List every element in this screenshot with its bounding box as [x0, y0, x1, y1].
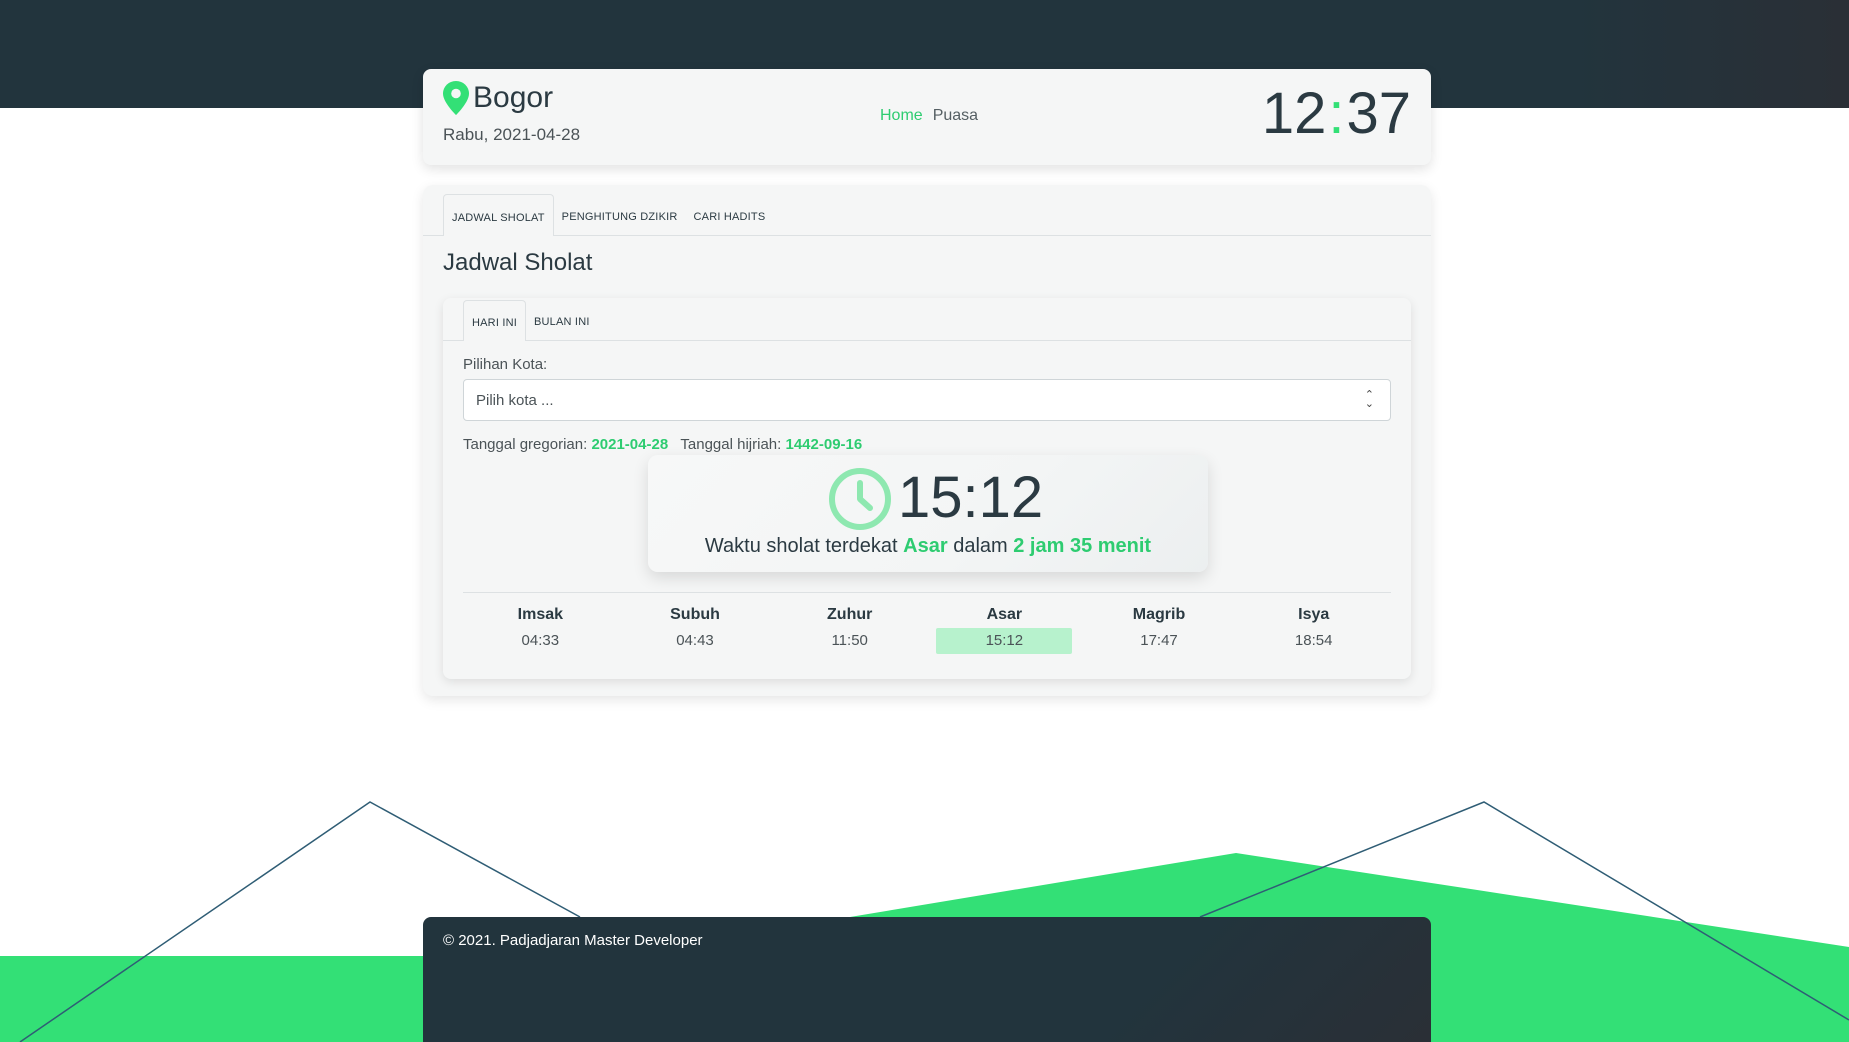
- clock-icon: [829, 468, 891, 530]
- tab-penghitung-dzikir[interactable]: PENGHITUNG DZIKIR: [554, 199, 686, 235]
- nav-puasa-link[interactable]: Puasa: [933, 107, 978, 125]
- map-pin-icon: [443, 81, 469, 115]
- prayer-schedule-card: HARI INI BULAN INI Pilihan Kota: Pilih k…: [443, 298, 1411, 679]
- main-tabs: JADWAL SHOLAT PENGHITUNG DZIKIR CARI HAD…: [443, 194, 1431, 236]
- prayer-name: Magrib: [1132, 606, 1186, 623]
- clock-separator: :: [1328, 81, 1345, 146]
- schedule-divider: [463, 592, 1391, 593]
- prayer-name: Asar: [986, 606, 1023, 623]
- tab-cari-hadits[interactable]: CARI HADITS: [686, 199, 774, 235]
- clock-minutes: 37: [1346, 81, 1411, 146]
- prayer-magrib: Magrib 17:47: [1082, 602, 1237, 654]
- prayer-imsak: Imsak 04:33: [463, 602, 618, 654]
- sub-tabs-divider: [443, 340, 1411, 341]
- prayer-name: Subuh: [670, 606, 720, 623]
- select-chevron-icon: ⌃ ⌄: [1364, 389, 1374, 410]
- section-title: Jadwal Sholat: [443, 249, 593, 276]
- prayer-name: Zuhur: [827, 606, 873, 623]
- tab-jadwal-sholat[interactable]: JADWAL SHOLAT: [443, 194, 554, 236]
- city-select-label: Pilihan Kota:: [463, 356, 548, 373]
- prayer-schedule: Imsak 04:33 Subuh 04:43 Zuhur 11:50 Asar…: [463, 602, 1391, 654]
- hijri-date: 1442-09-16: [785, 436, 863, 453]
- prayer-asar: Asar 15:12: [927, 602, 1082, 654]
- footer: © 2021. Padjadjaran Master Developer: [423, 917, 1431, 1042]
- next-prayer-card: 15:12 Waktu sholat terdekat Asar dalam 2…: [648, 455, 1208, 572]
- sub-tabs: HARI INI BULAN INI: [463, 298, 598, 341]
- digital-clock: 12 : 37: [1262, 85, 1411, 143]
- prayer-time: 11:50: [831, 632, 868, 649]
- prayer-time: 04:43: [676, 632, 714, 649]
- header-card: Bogor Rabu, 2021-04-28 Home Puasa 12 : 3…: [423, 69, 1431, 165]
- city-select-placeholder: Pilih kota ...: [476, 391, 554, 409]
- next-prayer-text-before: Waktu sholat terdekat: [704, 535, 898, 557]
- gregorian-label: Tanggal gregorian:: [463, 436, 588, 453]
- prayer-name: Imsak: [517, 606, 564, 623]
- city-name: Bogor: [473, 81, 554, 114]
- prayer-time: 17:47: [1140, 632, 1178, 649]
- next-prayer-name: Asar: [903, 535, 948, 557]
- clock-hours: 12: [1261, 81, 1327, 146]
- prayer-isya: Isya 18:54: [1236, 602, 1391, 654]
- next-prayer-text-mid: dalam: [953, 535, 1008, 557]
- prayer-time-highlighted: 15:12: [936, 628, 1073, 654]
- tab-hari-ini[interactable]: HARI INI: [463, 300, 526, 341]
- main-card: JADWAL SHOLAT PENGHITUNG DZIKIR CARI HAD…: [423, 185, 1431, 696]
- tabs-divider: [423, 235, 1431, 236]
- prayer-name: Isya: [1298, 606, 1330, 623]
- tab-bulan-ini[interactable]: BULAN INI: [526, 304, 598, 340]
- next-prayer-time: 15:12: [898, 465, 1044, 530]
- green-ground-left: [0, 956, 430, 1042]
- top-nav: Home Puasa: [880, 107, 978, 125]
- next-prayer-description: Waktu sholat terdekat Asar dalam 2 jam 3…: [648, 535, 1208, 558]
- prayer-zuhur: Zuhur 11:50: [772, 602, 927, 654]
- prayer-subuh: Subuh 04:43: [618, 602, 773, 654]
- footer-copyright: © 2021. Padjadjaran Master Developer: [443, 932, 703, 949]
- prayer-time: 04:33: [521, 632, 560, 649]
- dates-row: Tanggal gregorian: 2021-04-28 Tanggal hi…: [463, 436, 862, 453]
- prayer-time: 18:54: [1294, 632, 1333, 649]
- current-date: Rabu, 2021-04-28: [443, 125, 581, 144]
- next-prayer-countdown: 2 jam 35 menit: [1013, 535, 1152, 557]
- nav-home-link[interactable]: Home: [880, 107, 923, 125]
- gregorian-date: 2021-04-28: [591, 436, 669, 453]
- hijri-label: Tanggal hijriah:: [680, 436, 782, 453]
- city-select[interactable]: Pilih kota ... ⌃ ⌄: [463, 379, 1391, 421]
